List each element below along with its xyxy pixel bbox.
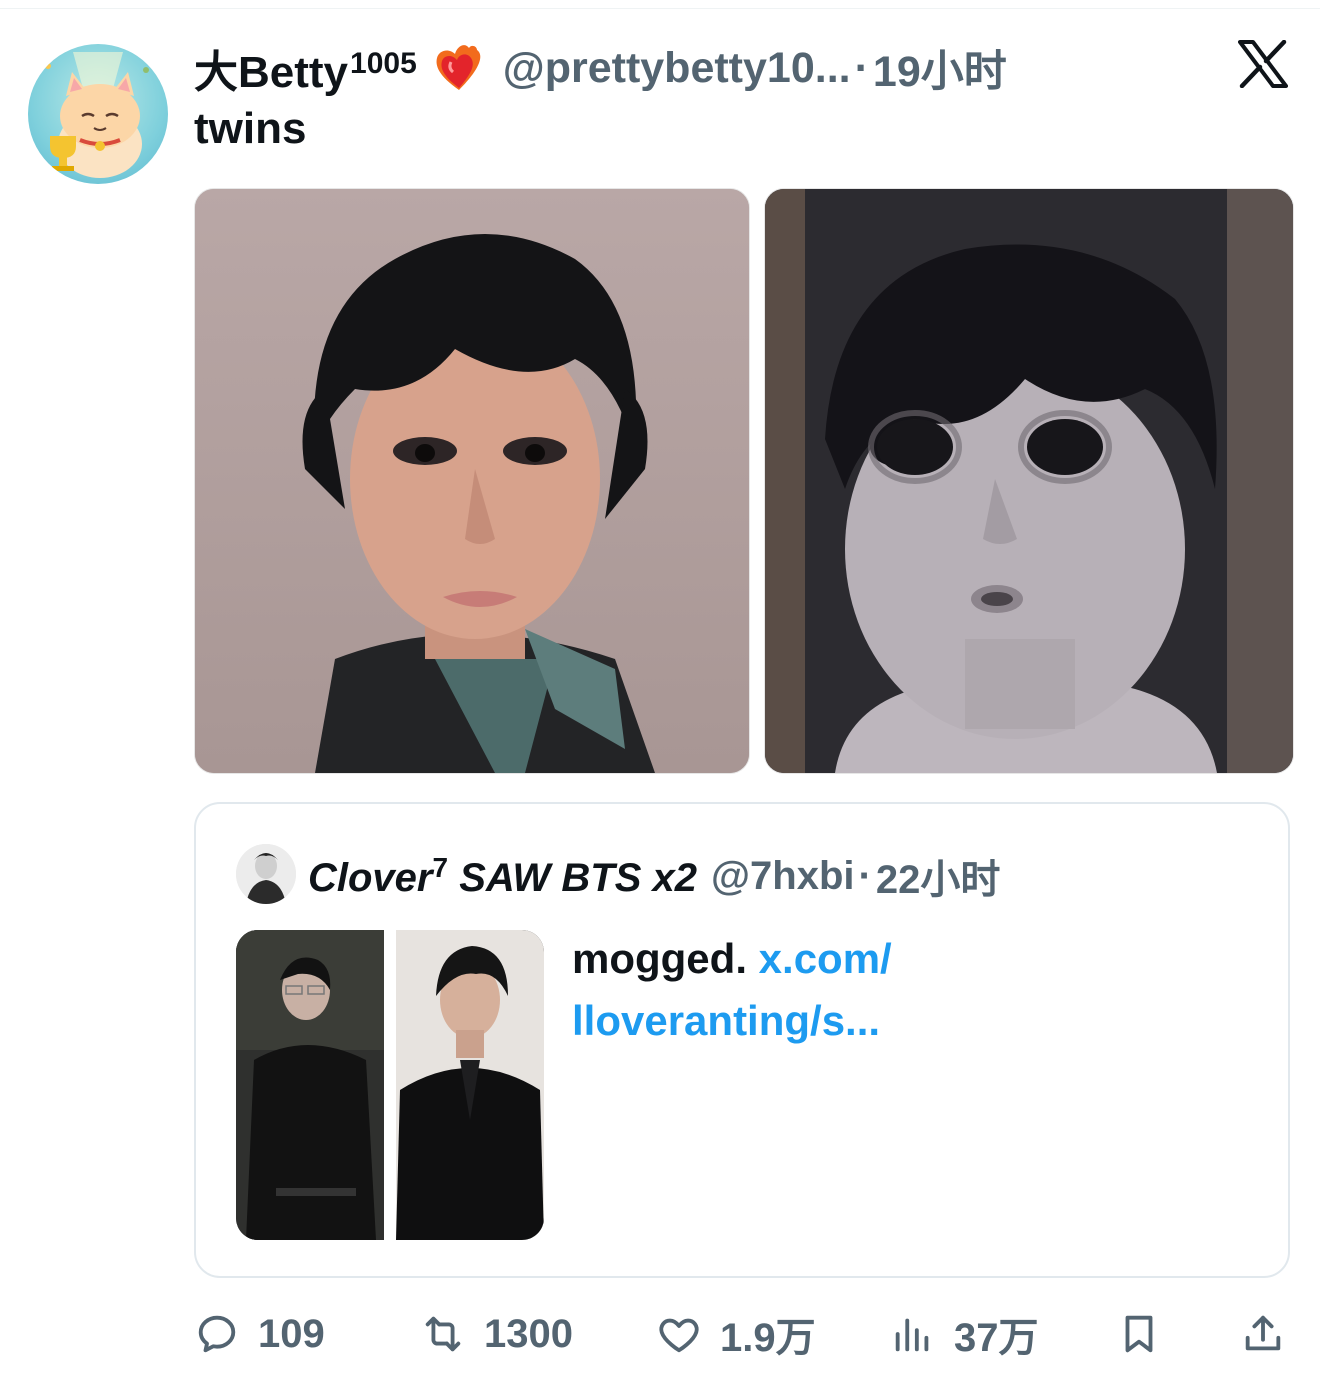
quoted-media[interactable] — [236, 930, 544, 1240]
retweet-icon — [425, 1316, 461, 1352]
separator-dot: · — [854, 43, 869, 92]
heart-on-fire-icon — [431, 40, 487, 96]
quoted-separator-dot: · — [858, 853, 872, 898]
tweet-timestamp[interactable]: 19小时 — [873, 37, 1007, 99]
quoted-tweet-card[interactable]: Clover7 SAW BTS x2 @7hxbi · 22小时 mogged.… — [194, 802, 1290, 1278]
quoted-timestamp[interactable]: 22小时 — [876, 847, 1001, 905]
share-icon — [1245, 1315, 1281, 1351]
cat-avatar-image — [45, 52, 149, 178]
top-divider — [0, 8, 1320, 9]
quoted-handle[interactable]: @7hxbi — [711, 854, 854, 899]
x-logo-icon[interactable] — [1238, 39, 1288, 89]
bookmark-icon — [1125, 1315, 1153, 1353]
tweet-action-bar: 109 1300 1.9万 37万 — [194, 1304, 1290, 1364]
views-button[interactable]: 37万 — [890, 1304, 1039, 1364]
quoted-author-avatar[interactable] — [236, 844, 296, 904]
views-count: 37万 — [954, 1316, 1039, 1360]
reply-count: 109 — [258, 1311, 325, 1356]
retweet-button[interactable]: 1300 — [420, 1304, 573, 1364]
like-button[interactable]: 1.9万 — [656, 1304, 816, 1364]
quoted-tweet-text: mogged. x.com/lloveranting/s... — [572, 935, 892, 1044]
like-count: 1.9万 — [720, 1316, 816, 1360]
reply-button[interactable]: 109 — [194, 1304, 325, 1364]
views-chart-icon — [895, 1318, 929, 1352]
quoted-display-name[interactable]: Clover7 SAW BTS x2 — [308, 852, 697, 901]
tweet-text: twins — [194, 104, 307, 153]
author-avatar[interactable] — [28, 44, 168, 184]
heart-icon — [659, 1318, 699, 1353]
tweet-header: 大Betty1005 @prettybetty10... · 19小时 — [194, 36, 1294, 100]
tweet-photo-right[interactable] — [764, 188, 1294, 774]
author-display-name[interactable]: 大Betty1005 — [194, 36, 417, 100]
quoted-tweet-header: Clover7 SAW BTS x2 @7hxbi · 22小时 — [308, 844, 1000, 908]
bookmark-button[interactable] — [1116, 1304, 1180, 1364]
retweet-count: 1300 — [484, 1311, 573, 1356]
quoted-photo-left — [236, 930, 384, 1240]
tweet-photo-left[interactable] — [194, 188, 750, 774]
share-button[interactable] — [1240, 1304, 1304, 1364]
author-handle[interactable]: @prettybetty10... — [503, 44, 851, 93]
reply-icon — [198, 1315, 236, 1353]
quoted-photo-right — [396, 930, 544, 1240]
